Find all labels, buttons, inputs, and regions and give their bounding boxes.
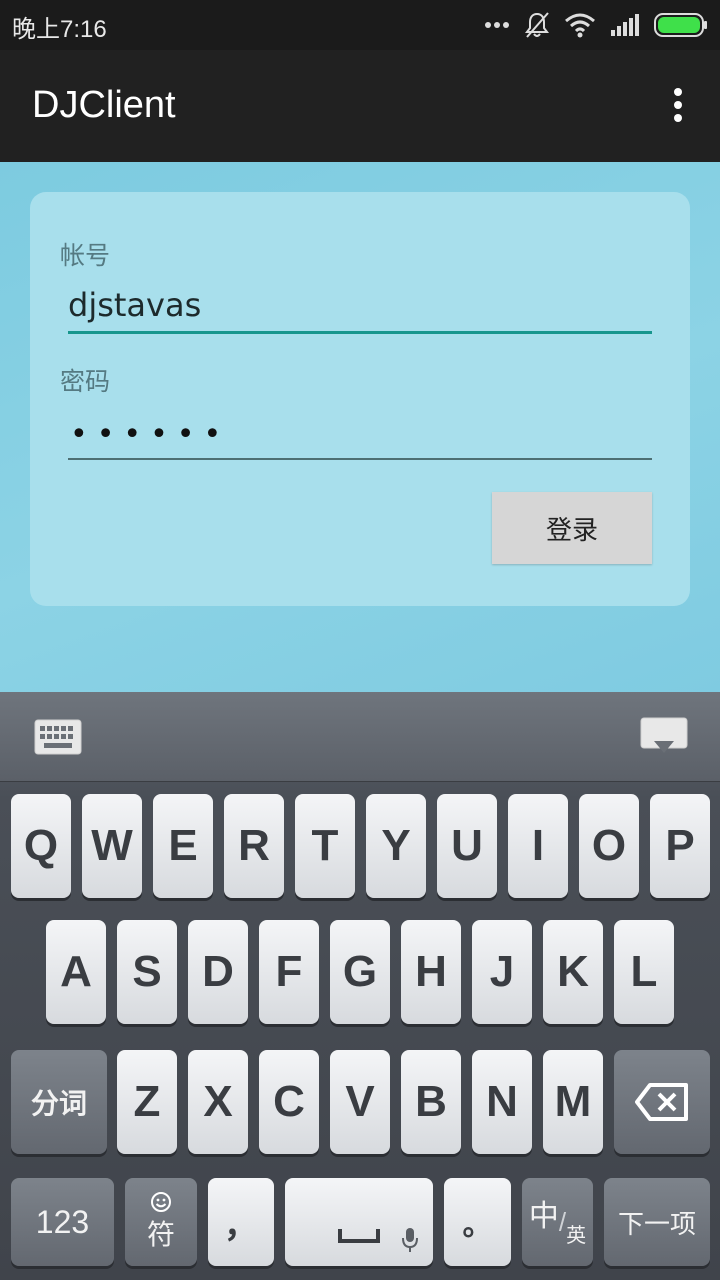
keyboard-hide-icon[interactable]	[640, 717, 688, 757]
numbers-key[interactable]: 123	[11, 1178, 114, 1266]
soft-keyboard: Q W E R T Y U I O P A S D F G H J K L 分词…	[0, 692, 720, 1280]
key-d[interactable]: D	[188, 920, 248, 1024]
space-bar-icon	[338, 1229, 380, 1243]
period-key[interactable]: 。	[444, 1178, 511, 1266]
language-switch-key[interactable]: 中 / 英	[522, 1178, 593, 1266]
status-time: 晚上7:16	[12, 16, 107, 43]
bell-muted-icon	[525, 12, 549, 38]
content-area: 帐号 密码 •••••• 登录	[0, 162, 720, 692]
key-b[interactable]: B	[401, 1050, 461, 1154]
key-o[interactable]: O	[579, 794, 639, 898]
key-u[interactable]: U	[437, 794, 497, 898]
key-t[interactable]: T	[295, 794, 355, 898]
key-h[interactable]: H	[401, 920, 461, 1024]
key-r[interactable]: R	[224, 794, 284, 898]
keyboard-toolbar	[0, 692, 720, 782]
key-q[interactable]: Q	[11, 794, 71, 898]
key-l[interactable]: L	[614, 920, 674, 1024]
symbols-key[interactable]: 符	[125, 1178, 197, 1266]
account-input[interactable]	[68, 278, 652, 334]
key-w[interactable]: W	[82, 794, 142, 898]
signal-icon	[611, 14, 639, 36]
status-bar: 晚上7:16	[0, 0, 720, 50]
app-title: DJClient	[32, 84, 176, 126]
key-k[interactable]: K	[543, 920, 603, 1024]
login-button[interactable]: 登录	[492, 492, 652, 564]
key-s[interactable]: S	[117, 920, 177, 1024]
symbols-key-label: 符	[146, 1219, 175, 1250]
app-bar: DJClient	[0, 50, 720, 162]
key-y[interactable]: Y	[366, 794, 426, 898]
key-m[interactable]: M	[543, 1050, 603, 1154]
keyboard-switch-icon[interactable]	[34, 719, 82, 755]
key-e[interactable]: E	[153, 794, 213, 898]
space-key[interactable]	[285, 1178, 433, 1266]
key-v[interactable]: V	[330, 1050, 390, 1154]
battery-icon	[654, 13, 707, 37]
login-card: 帐号 密码 •••••• 登录	[30, 192, 690, 606]
key-f[interactable]: F	[259, 920, 319, 1024]
key-z[interactable]: Z	[117, 1050, 177, 1154]
language-key-main: 中	[528, 1200, 559, 1233]
backspace-icon	[635, 1083, 688, 1121]
key-c[interactable]: C	[259, 1050, 319, 1154]
key-j[interactable]: J	[472, 920, 532, 1024]
password-masked-value: ••••••	[70, 417, 231, 452]
wifi-icon	[565, 13, 595, 38]
language-key-slash: /	[558, 1206, 567, 1237]
comma-key[interactable]: ，	[208, 1178, 274, 1266]
microphone-icon	[402, 1228, 418, 1252]
overflow-menu-icon[interactable]	[672, 88, 684, 126]
key-p[interactable]: P	[650, 794, 710, 898]
key-a[interactable]: A	[46, 920, 106, 1024]
emoji-icon	[151, 1192, 171, 1212]
status-icons	[484, 10, 708, 40]
key-n[interactable]: N	[472, 1050, 532, 1154]
key-x[interactable]: X	[188, 1050, 248, 1154]
password-label: 密码	[60, 367, 111, 396]
key-i[interactable]: I	[508, 794, 568, 898]
key-g[interactable]: G	[330, 920, 390, 1024]
more-notifications-icon	[485, 22, 509, 28]
next-key[interactable]: 下一项	[604, 1178, 710, 1266]
segment-key[interactable]: 分词	[11, 1050, 107, 1154]
language-key-sub: 英	[566, 1224, 587, 1247]
backspace-key[interactable]	[614, 1050, 710, 1154]
account-label: 帐号	[60, 241, 111, 270]
